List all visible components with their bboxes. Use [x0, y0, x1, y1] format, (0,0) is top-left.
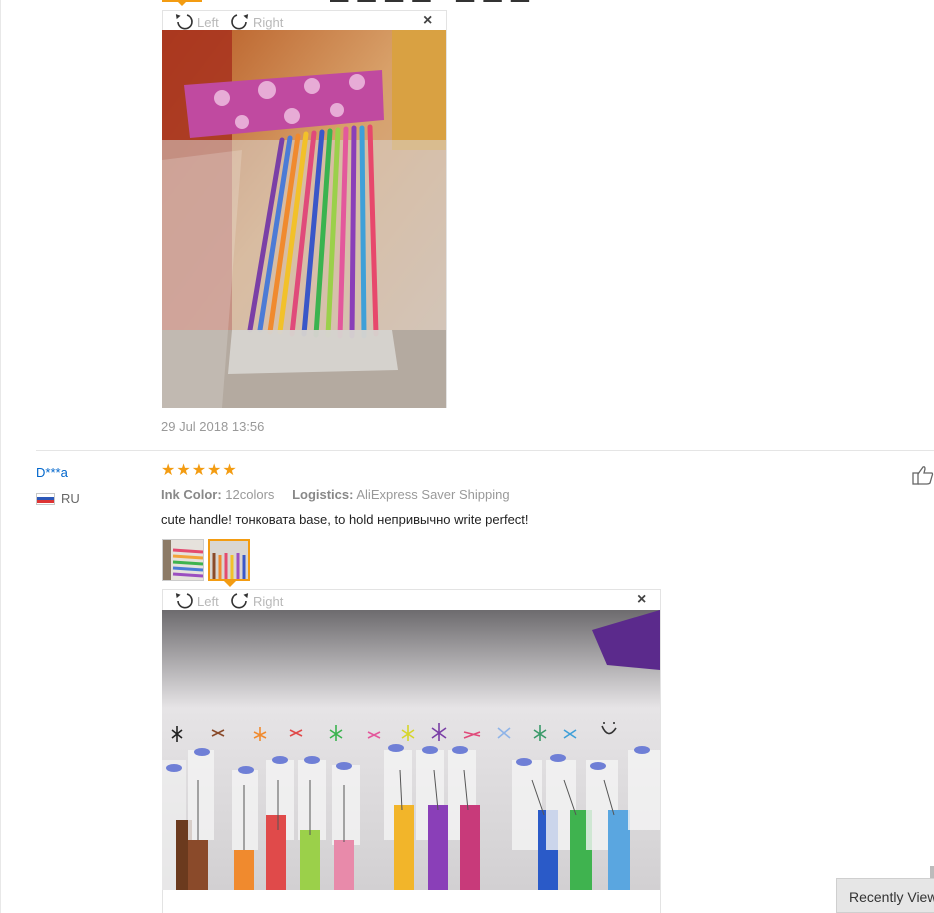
top-thumb-caret [176, 0, 188, 6]
attr-value-ink-color: 12colors [225, 487, 275, 502]
thumbs-up-icon[interactable] [912, 464, 934, 486]
review-thumbnail-2[interactable] [208, 539, 250, 581]
reviewer-country: RU [36, 491, 80, 506]
reviewer-name[interactable]: D***a [36, 465, 68, 480]
rotate-left-icon [173, 591, 195, 612]
star-icon: ★ [191, 462, 207, 479]
rotate-right-label: Right [253, 15, 284, 30]
star-icon: ★ [222, 462, 237, 479]
order-attributes: Ink Color: 12colors Logistics: AliExpres… [161, 487, 524, 502]
close-icon[interactable]: × [423, 13, 432, 29]
russia-flag-icon [36, 492, 55, 505]
page-left-border [0, 0, 1, 913]
viewer-toolbar: Left Right × [163, 11, 446, 31]
country-code: RU [61, 491, 80, 506]
close-icon[interactable]: × [637, 592, 646, 608]
review-thumbnail-1[interactable] [162, 539, 204, 581]
rating-stars: ★ ★ ★ ★ ★ [161, 462, 237, 480]
attr-label-logistics: Logistics: [292, 487, 354, 502]
rotate-right-label: Right [253, 594, 284, 609]
viewer-toolbar: Left Right × [163, 590, 660, 610]
review-photo-pens-writing-sample [162, 610, 660, 890]
rotate-right-button[interactable]: Right [229, 591, 283, 612]
review-date: 29 Jul 2018 13:56 [161, 419, 265, 434]
selected-thumb-caret [224, 581, 236, 587]
rotate-right-icon [229, 591, 251, 612]
attr-label-ink-color: Ink Color: [161, 487, 222, 502]
recently-viewed-tab[interactable]: Recently Viewed [836, 878, 934, 913]
rotate-left-button[interactable]: Left [173, 591, 219, 612]
rotate-left-label: Left [197, 594, 219, 609]
attr-value-logistics: AliExpress Saver Shipping [356, 487, 510, 502]
star-icon: ★ [207, 462, 222, 479]
review-text: cute handle! тонковата base, to hold неп… [161, 512, 529, 527]
star-icon: ★ [161, 462, 176, 479]
review-photo-refills-package [162, 30, 446, 408]
review-divider [36, 450, 934, 451]
star-icon: ★ [176, 462, 191, 479]
rotate-left-label: Left [197, 15, 219, 30]
